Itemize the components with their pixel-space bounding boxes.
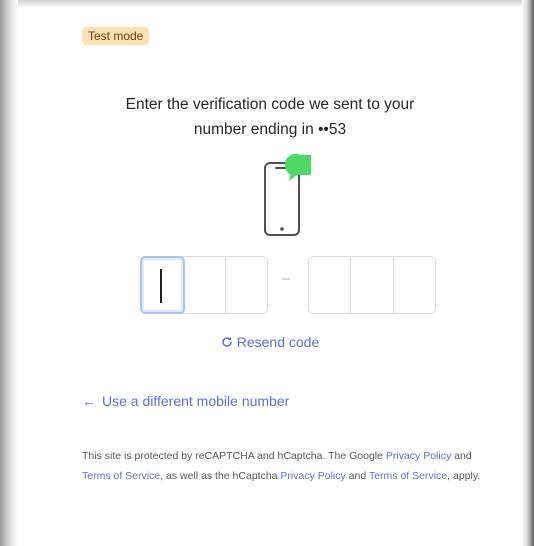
text-caret xyxy=(160,269,162,303)
code-digit-6[interactable] xyxy=(394,257,435,313)
arrow-left-icon: ← xyxy=(82,393,96,409)
code-input-group-2 xyxy=(308,256,436,314)
refresh-icon xyxy=(221,333,233,351)
window-frame-right xyxy=(522,0,534,546)
code-digit-5[interactable] xyxy=(351,257,394,313)
use-different-number-label: Use a different mobile number xyxy=(102,393,290,409)
title-line-2: number ending in ••53 xyxy=(193,121,347,138)
hcaptcha-terms-of-service-link[interactable]: Terms of Service xyxy=(369,470,447,482)
title-line-1: Enter the verification code we sent to y… xyxy=(125,96,415,113)
window-frame-left xyxy=(0,0,18,546)
legal-text: This site is protected by reCAPTCHA and … xyxy=(82,450,386,462)
legal-text: , apply. xyxy=(447,470,481,482)
resend-code-label: Resend code xyxy=(236,334,320,350)
resend-code-link[interactable]: Resend code xyxy=(18,333,522,351)
google-terms-of-service-link[interactable]: Terms of Service xyxy=(82,470,160,482)
window-frame-top xyxy=(0,0,534,8)
code-digit-4[interactable] xyxy=(309,257,352,313)
page-title: Enter the verification code we sent to y… xyxy=(18,92,522,142)
code-digit-3[interactable] xyxy=(226,257,267,313)
test-mode-badge: Test mode xyxy=(82,27,150,45)
phone-message-icon xyxy=(264,153,311,236)
use-different-number-link[interactable]: ← Use a different mobile number xyxy=(82,392,289,410)
legal-notice: This site is protected by reCAPTCHA and … xyxy=(82,446,498,486)
code-input-group-1 xyxy=(140,256,268,314)
google-privacy-policy-link[interactable]: Privacy Policy xyxy=(386,450,451,462)
legal-text: and xyxy=(451,450,472,462)
legal-text: and xyxy=(345,470,369,482)
hcaptcha-privacy-policy-link[interactable]: Privacy Policy xyxy=(280,470,345,482)
code-digit-1[interactable] xyxy=(140,256,185,314)
code-digit-2[interactable] xyxy=(185,257,227,313)
verification-card: Test mode Enter the verification code we… xyxy=(18,8,522,546)
code-separator xyxy=(282,278,290,280)
legal-text: , as well as the hCaptcha xyxy=(160,470,281,482)
